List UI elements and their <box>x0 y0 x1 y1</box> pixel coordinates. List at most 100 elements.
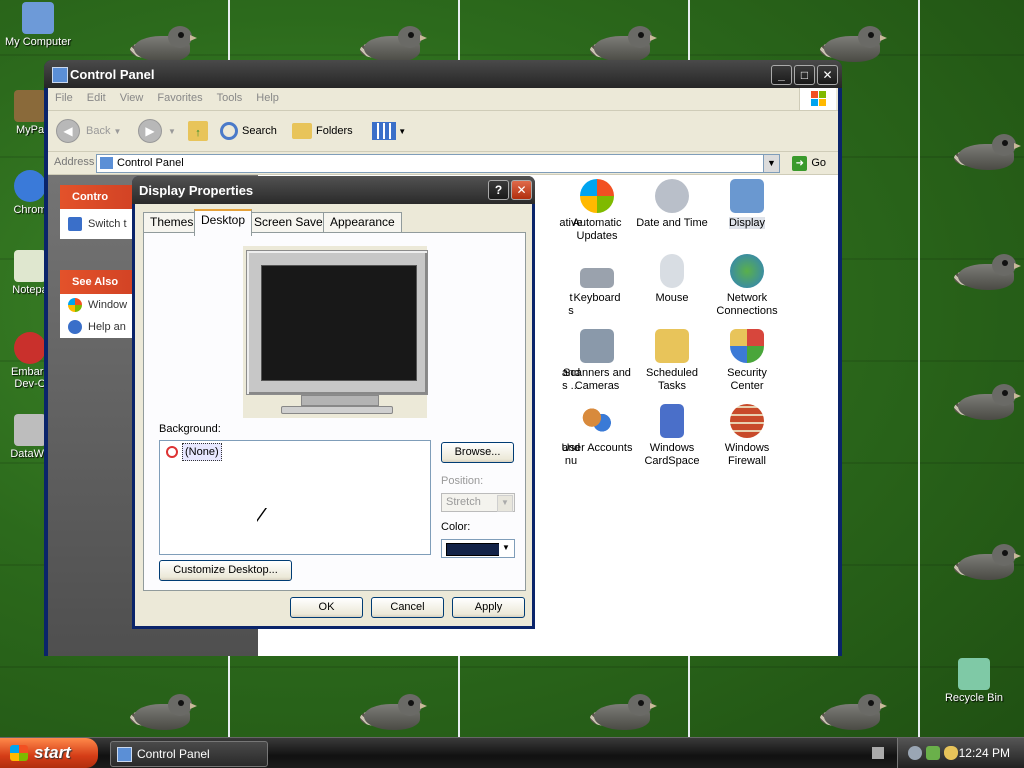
position-select[interactable]: Stretch ▼ <box>441 493 515 512</box>
tab-appearance[interactable]: Appearance <box>323 212 402 233</box>
globe-icon <box>730 254 764 288</box>
cp-item-mouse[interactable]: Mouse <box>631 254 713 305</box>
my-computer-icon <box>22 2 54 34</box>
keyboard-tray-icon[interactable] <box>872 747 884 759</box>
go-arrow-icon: ➜ <box>792 155 808 171</box>
cp-item-keyboard[interactable]: Keyboard <box>556 254 638 305</box>
help-button[interactable]: ? <box>488 180 509 200</box>
cp-item-scheduled-tasks[interactable]: Scheduled Tasks <box>631 329 713 393</box>
browse-button[interactable]: Browse... <box>441 442 514 463</box>
monitor-stand <box>301 395 379 406</box>
cp-item-automatic-updates[interactable]: Automatic Updates <box>556 179 638 243</box>
address-dropdown-icon[interactable]: ▼ <box>763 155 779 172</box>
start-button[interactable]: start <box>0 738 98 768</box>
cp-item-network-connections[interactable]: Network Connections <box>706 254 788 318</box>
cp-item-windows-firewall[interactable]: Windows Firewall <box>706 404 788 468</box>
cp-item-label: Date and Time <box>636 217 708 229</box>
search-label: Search <box>242 125 277 137</box>
taskbar-item-control-panel[interactable]: Control Panel <box>110 741 268 767</box>
wallpaper-bird <box>350 690 427 734</box>
scanner-icon <box>580 329 614 363</box>
apply-button[interactable]: Apply <box>452 597 525 618</box>
minimize-button[interactable]: _ <box>771 65 792 85</box>
tab-desktop[interactable]: Desktop <box>194 209 253 236</box>
tray-icon[interactable] <box>926 746 940 760</box>
views-icon <box>372 122 396 141</box>
security-shield-icon[interactable] <box>944 746 958 760</box>
menu-tools[interactable]: Tools <box>210 88 250 104</box>
cp-item-date-and-time[interactable]: Date and Time <box>631 179 713 230</box>
dialog-body: Themes Desktop Screen Saver Appearance B… <box>135 204 532 626</box>
control-panel-icon <box>52 67 68 83</box>
monitor-preview <box>243 246 428 418</box>
dev-cpp-icon <box>14 332 46 364</box>
cp-item-label: Keyboard <box>573 292 621 304</box>
monitor-bezel <box>246 250 428 395</box>
cp-item-user-accounts[interactable]: User Accounts <box>556 404 638 455</box>
cp-item-label: Display <box>728 217 766 229</box>
toolbar: ◀ Back ▼ ▶ ▼ ↑ Search Folders ▼ <box>48 111 838 152</box>
go-button[interactable]: ➜ Go <box>792 154 826 172</box>
clock-icon <box>655 179 689 213</box>
taskbar: start Control Panel 12:24 PM <box>0 737 1024 768</box>
close-button[interactable]: ✕ <box>511 180 532 200</box>
folders-icon <box>292 123 312 140</box>
switch-view-icon <box>68 217 82 231</box>
address-input[interactable]: Control Panel ▼ <box>96 154 780 173</box>
menu-view[interactable]: View <box>113 88 151 104</box>
forward-arrow-icon: ▶ <box>138 119 162 144</box>
search-button[interactable]: Search <box>220 119 277 143</box>
search-icon <box>220 122 238 141</box>
control-panel-titlebar[interactable]: Control Panel _ □ ✕ <box>44 60 842 88</box>
cp-item-windows-cardspace[interactable]: Windows CardSpace <box>631 404 713 468</box>
menu-favorites[interactable]: Favorites <box>150 88 209 104</box>
up-folder-button[interactable]: ↑ <box>188 119 208 143</box>
network-tray-icon[interactable] <box>908 746 922 760</box>
up-arrow-icon: ↑ <box>188 121 208 142</box>
cp-item-label: Security Center <box>727 367 767 392</box>
position-label: Position: <box>441 475 484 487</box>
wallpaper-bird <box>120 690 197 734</box>
cp-item-scanners-and-cameras[interactable]: Scanners and Cameras <box>556 329 638 393</box>
notepad-icon <box>14 250 46 282</box>
control-panel-icon <box>100 157 113 169</box>
menu-edit[interactable]: Edit <box>80 88 113 104</box>
back-button[interactable]: ◀ Back ▼ <box>56 119 121 144</box>
color-label: Color: <box>441 521 471 533</box>
cp-item-label: Windows CardSpace <box>644 442 700 467</box>
cp-item-label: User Accounts <box>561 442 633 454</box>
position-value: Stretch <box>446 496 481 508</box>
tab-themes[interactable]: Themes <box>143 212 201 233</box>
maximize-button[interactable]: □ <box>794 65 815 85</box>
customize-desktop-button[interactable]: Customize Desktop... <box>159 560 292 581</box>
back-arrow-icon: ◀ <box>56 119 80 144</box>
monitor-screen <box>261 265 417 381</box>
desktop-icon-label: My Computer <box>4 36 72 48</box>
clock[interactable]: 12:24 PM <box>959 746 1010 760</box>
forward-button[interactable]: ▶ ▼ <box>138 119 176 144</box>
cancel-button[interactable]: Cancel <box>371 597 444 618</box>
chrome-icon <box>14 170 46 202</box>
ok-button[interactable]: OK <box>290 597 363 618</box>
list-item[interactable]: (None) <box>166 443 222 461</box>
desktop-icon-my-computer[interactable]: My Computer <box>0 2 76 48</box>
wallpaper-bird <box>944 380 1021 424</box>
automatic-updates-icon <box>580 179 614 213</box>
color-picker[interactable]: ▼ <box>441 539 515 558</box>
menu-file[interactable]: File <box>48 88 80 104</box>
dialog-titlebar[interactable]: Display Properties ? ✕ <box>132 176 535 204</box>
menu-help[interactable]: Help <box>249 88 286 104</box>
close-button[interactable]: ✕ <box>817 65 838 85</box>
tab-screen-saver[interactable]: Screen Saver <box>247 212 334 233</box>
cp-item-display[interactable]: Display <box>706 179 788 230</box>
keyboard-icon <box>580 268 614 288</box>
system-tray: 12:24 PM <box>897 738 1024 768</box>
views-button[interactable]: ▼ <box>372 119 406 143</box>
cp-item-security-center[interactable]: Security Center <box>706 329 788 393</box>
desktop-icon-recycle-bin[interactable]: Recycle Bin <box>936 658 1012 704</box>
folders-button[interactable]: Folders <box>292 119 353 143</box>
recycle-bin-icon <box>958 658 990 690</box>
shortcut-icon <box>14 414 46 446</box>
background-list[interactable]: (None) <box>159 440 431 555</box>
cp-item-label: Scheduled Tasks <box>646 367 698 392</box>
